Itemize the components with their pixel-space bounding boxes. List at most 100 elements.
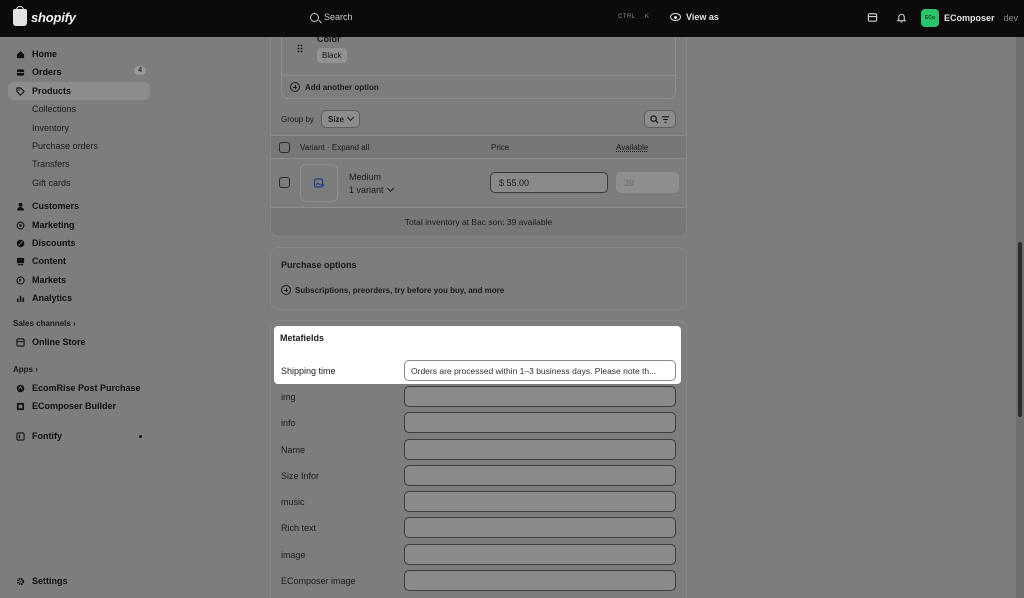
sidebar-item-analytics[interactable]: Analytics [8, 289, 150, 307]
variant-name[interactable]: Medium [349, 172, 381, 182]
sidebar-item-label: EcomRise Post Purchase [32, 383, 141, 393]
search-icon [310, 12, 319, 22]
price-input[interactable]: $ 55.00 [490, 172, 608, 193]
sidebar-item-label: Discounts [32, 238, 76, 248]
purchase-options-link[interactable]: Subscriptions, preorders, try before you… [281, 285, 504, 295]
sidebar-item-content[interactable]: Content [8, 252, 150, 270]
available-input: 39 [616, 172, 679, 193]
sidebar-item-online-store[interactable]: Online Store [8, 333, 150, 351]
metafield-input[interactable] [404, 386, 676, 407]
discount-icon [16, 239, 25, 247]
option-value-chip[interactable]: Black [317, 48, 347, 63]
sidebar-item-fontify[interactable]: Fontify [8, 427, 150, 445]
total-inventory: Total inventory at Bac son: 39 available [271, 207, 686, 236]
sidebar-item-gift-cards[interactable]: Gift cards [8, 174, 150, 192]
sidebar-item-label: Markets [32, 275, 67, 285]
metafield-input-shipping-time[interactable]: Orders are processed within 1–3 business… [404, 360, 676, 381]
view-as-label: View as [686, 12, 719, 22]
bell-icon[interactable] [896, 12, 907, 23]
table-row[interactable]: Medium 1 variant $ 55.00 39 [271, 159, 686, 207]
bar-chart-icon [16, 295, 25, 302]
search-bar[interactable]: Search [310, 12, 353, 22]
metafields-title: Metafields [280, 333, 325, 343]
sidebar-item-collections[interactable]: Collections [8, 100, 150, 118]
add-option-label: Add another option [305, 82, 379, 92]
sidebar-item-ecomposer[interactable]: EComposer Builder [8, 397, 150, 415]
select-all-checkbox[interactable] [279, 142, 290, 153]
sidebar-item-customers[interactable]: Customers [8, 197, 150, 215]
sidebar-item-label: Marketing [32, 220, 75, 230]
sidebar-item-label: Settings [32, 576, 68, 586]
filter-icon [661, 115, 670, 123]
shortcut-ctrl: CTRL [618, 14, 636, 20]
purchase-options-link-label: Subscriptions, preorders, try before you… [295, 285, 505, 295]
sidebar-item-ecomrise[interactable]: EcomRise Post Purchase [8, 379, 150, 397]
sidebar-item-markets[interactable]: Markets [8, 271, 150, 289]
sidebar-item-transfers[interactable]: Transfers [8, 155, 150, 173]
gear-icon [16, 577, 25, 585]
image-add-icon [313, 178, 325, 188]
variants-table-header: Variant · Expand all Price Available [271, 135, 686, 159]
chevron-down-icon [386, 184, 394, 193]
sidebar-item-label: EComposer Builder [32, 401, 117, 411]
metafield-input[interactable] [404, 465, 676, 486]
avatar: ECo [921, 9, 939, 27]
store-suffix: dev [1003, 13, 1019, 23]
metafield-input[interactable] [404, 517, 676, 538]
metafield-label: info [281, 418, 296, 428]
metafield-label: img [281, 392, 296, 402]
store-icon[interactable] [867, 12, 878, 23]
search-filter-button[interactable] [644, 110, 676, 128]
shopify-logo[interactable]: shopify [13, 6, 76, 26]
metafield-label: Name [281, 445, 306, 455]
variant-image-placeholder[interactable] [300, 164, 338, 202]
sidebar-item-label: Content [32, 256, 66, 266]
search-placeholder: Search [324, 12, 353, 22]
sidebar-item-discounts[interactable]: Discounts [8, 234, 150, 252]
shortcut-key: K [645, 14, 650, 20]
group-by-select[interactable]: Size [321, 110, 361, 128]
home-icon [16, 50, 25, 58]
eye-icon [670, 13, 681, 21]
metafield-label: Rich text [281, 523, 317, 533]
sales-channels-heading[interactable]: Sales channels › [13, 319, 76, 328]
metafield-input[interactable] [404, 412, 676, 433]
sidebar-item-label: Analytics [32, 293, 73, 303]
sidebar-item-orders[interactable]: Orders 4 [8, 63, 150, 81]
group-by-label: Group by [281, 115, 314, 124]
sidebar-item-purchase-orders[interactable]: Purchase orders [8, 137, 150, 155]
sidebar-item-label: Home [32, 49, 58, 59]
column-variant[interactable]: Variant · Expand all [300, 143, 369, 152]
metafield-input[interactable] [404, 439, 676, 460]
store-menu[interactable]: ECo EComposer dev [921, 9, 1018, 27]
variant-count: 1 variant [349, 185, 384, 195]
content-icon [16, 257, 25, 265]
sidebar-item-label: Transfers [32, 159, 70, 169]
sidebar-item-label: Products [32, 86, 72, 96]
sidebar-item-products[interactable]: Products [8, 82, 150, 100]
store-name: EComposer [944, 13, 995, 23]
drag-handle-icon[interactable] [297, 44, 303, 53]
tag-icon [16, 86, 25, 96]
metafield-input[interactable] [404, 570, 676, 591]
sidebar-item-home[interactable]: Home [8, 45, 150, 63]
orders-icon [16, 68, 25, 76]
sidebar-item-marketing[interactable]: Marketing [8, 216, 150, 234]
price-value: $ 55.00 [499, 177, 530, 188]
column-available[interactable]: Available [616, 143, 648, 152]
metafield-input[interactable] [404, 544, 676, 565]
sidebar-item-inventory[interactable]: Inventory [8, 119, 150, 137]
metafield-input[interactable] [404, 491, 676, 512]
target-icon [16, 221, 25, 229]
view-as-button[interactable]: View as [670, 12, 719, 22]
row-checkbox[interactable] [279, 177, 290, 188]
chevron-down-icon [346, 113, 355, 122]
add-option-button[interactable]: Add another option [290, 82, 379, 92]
sidebar-item-label: Customers [32, 201, 80, 211]
apps-heading[interactable]: Apps › [13, 365, 38, 374]
sidebar-item-settings[interactable]: Settings [8, 572, 150, 590]
variant-expand[interactable]: 1 variant [349, 184, 394, 195]
brand-name: shopify [31, 10, 76, 25]
scrollbar-thumb[interactable] [1018, 242, 1022, 417]
option-box: Color Black Add another option [281, 34, 676, 99]
